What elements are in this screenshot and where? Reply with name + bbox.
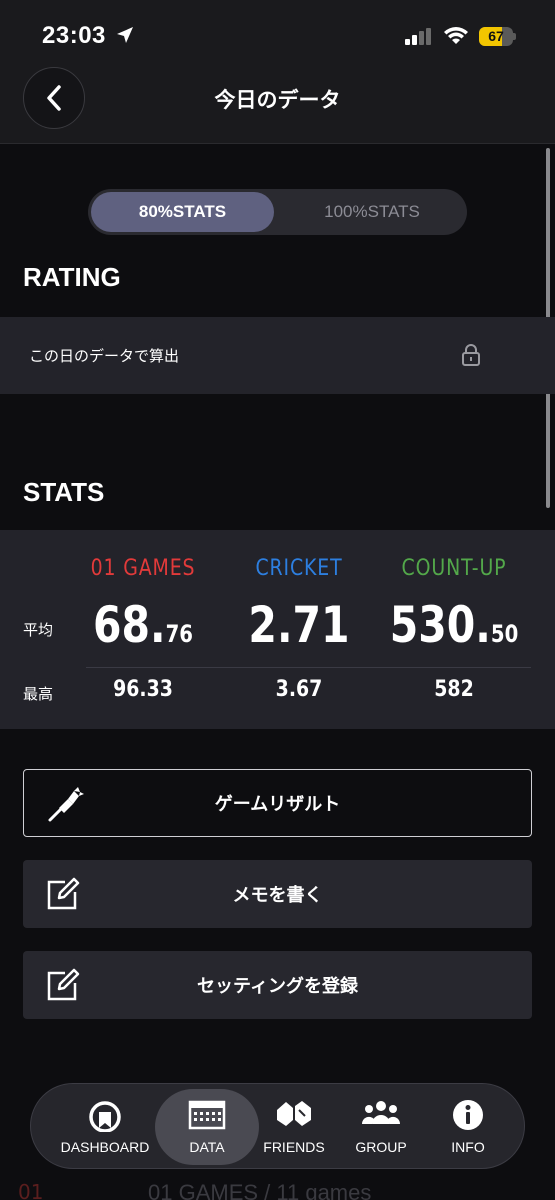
- battery-percent: 67: [488, 28, 504, 44]
- stat-head-01-games: 01 GAMES: [90, 556, 196, 581]
- cellular-signal-icon: [405, 28, 431, 45]
- segment-80-stats[interactable]: 80%STATS: [91, 192, 274, 232]
- behind-section-index: 01: [18, 1180, 44, 1200]
- register-setting-label: セッティングを登録: [197, 976, 358, 997]
- rating-row[interactable]: この日のデータで算出: [0, 317, 555, 394]
- row-label-max: 最高: [23, 685, 54, 703]
- register-setting-button[interactable]: セッティングを登録: [23, 951, 532, 1019]
- stat-head-count-up: COUNT-UP: [401, 556, 507, 581]
- write-memo-button[interactable]: メモを書く: [23, 860, 532, 928]
- tab-info-label: INFO: [451, 1139, 485, 1155]
- info-icon: [453, 1100, 483, 1130]
- status-time: 23:03: [42, 22, 106, 49]
- tab-friends[interactable]: FRIENDS: [244, 1084, 344, 1170]
- page-title: 今日のデータ: [214, 88, 341, 112]
- tab-data[interactable]: DATA: [157, 1084, 257, 1170]
- stats-panel: 01 GAMES CRICKET COUNT-UP 平均 68.76 2.71 …: [0, 530, 555, 729]
- segment-100-stats[interactable]: 100%STATS: [280, 192, 464, 232]
- bottom-tab-bar: DASHBOARD DATA FRIENDS GROUP INFO: [30, 1083, 525, 1169]
- tab-group[interactable]: GROUP: [331, 1084, 431, 1170]
- dashboard-icon: [89, 1101, 121, 1132]
- battery-indicator: 67: [479, 27, 516, 46]
- group-icon: [361, 1101, 401, 1124]
- stat-head-cricket: CRICKET: [255, 556, 343, 581]
- max-cricket: 3.67: [275, 677, 323, 702]
- stats-divider: [86, 667, 531, 668]
- game-result-button[interactable]: ゲームリザルト: [23, 769, 532, 837]
- write-memo-label: メモを書く: [232, 885, 323, 906]
- rating-title: RATING: [23, 262, 121, 292]
- status-bar: 23:03 67: [0, 0, 555, 62]
- behind-section-title: 01 GAMES / 11 games: [148, 1180, 372, 1200]
- wifi-icon: [444, 27, 468, 44]
- stats-mode-segment: 80%STATS 100%STATS: [88, 189, 467, 235]
- location-arrow-icon: [117, 27, 133, 43]
- dart-icon: [48, 787, 84, 822]
- max-01-games: 96.33: [113, 677, 173, 702]
- tab-dashboard-label: DASHBOARD: [60, 1139, 150, 1155]
- rating-row-label: この日のデータで算出: [29, 347, 180, 365]
- data-icon: [188, 1100, 226, 1130]
- max-count-up: 582: [434, 677, 474, 702]
- tab-data-label: DATA: [189, 1139, 225, 1155]
- tab-friends-label: FRIENDS: [263, 1139, 325, 1155]
- row-label-average: 平均: [23, 621, 54, 639]
- header: 今日のデータ: [0, 62, 555, 144]
- edit-icon: [47, 968, 80, 1001]
- avg-01-games: 68.76: [92, 596, 194, 654]
- tab-group-label: GROUP: [355, 1139, 407, 1155]
- stats-title: STATS: [23, 477, 105, 507]
- tab-dashboard[interactable]: DASHBOARD: [55, 1084, 155, 1170]
- lock-icon: [462, 344, 480, 366]
- friends-icon: [277, 1101, 311, 1126]
- tab-info[interactable]: INFO: [418, 1084, 518, 1170]
- edit-icon: [47, 877, 80, 910]
- avg-cricket: 2.71: [248, 596, 350, 654]
- avg-count-up: 530.50: [389, 596, 519, 654]
- game-result-label: ゲームリザルト: [214, 794, 341, 815]
